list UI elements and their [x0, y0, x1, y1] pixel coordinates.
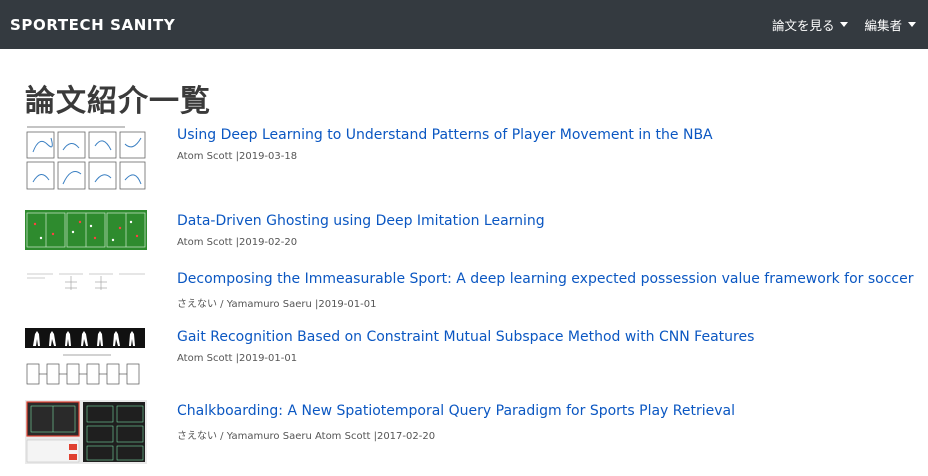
- paper-info: Using Deep Learning to Understand Patter…: [177, 124, 713, 162]
- paper-meta: Atom Scott |2019-03-18: [177, 151, 298, 162]
- caret-down-icon: [840, 22, 849, 27]
- paper-thumbnail[interactable]: [25, 210, 147, 250]
- paper-thumbnail[interactable]: [25, 400, 147, 464]
- caret-down-icon: [908, 22, 916, 27]
- paper-meta: Atom Scott |2019-01-01: [177, 353, 298, 364]
- paper-title-link[interactable]: Data-Driven Ghosting using Deep Imitatio…: [177, 213, 545, 229]
- paper-info: Decomposing the Immeasurable Sport: A de…: [177, 268, 913, 310]
- paper-thumbnail[interactable]: [25, 124, 147, 192]
- paper-meta: さえない / Yamamuro Saeru Atom Scott |2017-0…: [177, 431, 436, 442]
- page-title: 論文紹介一覧: [25, 84, 211, 119]
- editors-dropdown-label: 編集者: [864, 18, 902, 33]
- paper-info: Gait Recognition Based on Constraint Mut…: [177, 326, 754, 364]
- paper-thumbnail[interactable]: [25, 268, 147, 296]
- paper-info: Data-Driven Ghosting using Deep Imitatio…: [177, 210, 545, 248]
- paper-meta: さえない / Yamamuro Saeru |2019-01-01: [177, 299, 377, 310]
- paper-title-link[interactable]: Using Deep Learning to Understand Patter…: [177, 127, 713, 143]
- paper-title-link[interactable]: Decomposing the Immeasurable Sport: A de…: [177, 271, 913, 287]
- papers-dropdown-label: 論文を見る: [771, 18, 835, 33]
- papers-dropdown[interactable]: 論文を見る: [772, 15, 849, 34]
- top-navbar: SPORTECH SANITY 論文を見る 編集者: [0, 0, 928, 49]
- paper-meta: Atom Scott |2019-02-20: [177, 237, 298, 248]
- paper-thumbnail[interactable]: [25, 326, 147, 388]
- nav-menu: 論文を見る 編集者: [772, 15, 916, 34]
- paper-title-link[interactable]: Chalkboarding: A New Spatiotemporal Quer…: [177, 403, 735, 419]
- paper-info: Chalkboarding: A New Spatiotemporal Quer…: [177, 400, 735, 442]
- site-brand[interactable]: SPORTECH SANITY: [10, 16, 175, 34]
- editors-dropdown[interactable]: 編集者: [864, 15, 916, 34]
- paper-title-link[interactable]: Gait Recognition Based on Constraint Mut…: [177, 329, 754, 345]
